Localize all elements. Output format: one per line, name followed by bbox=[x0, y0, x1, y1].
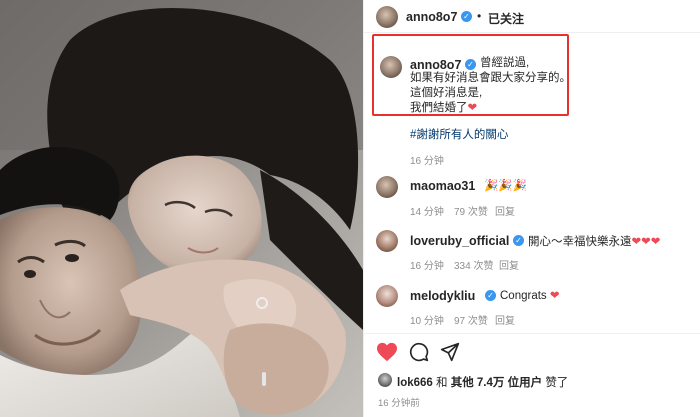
commenter-avatar[interactable] bbox=[376, 176, 398, 198]
author-avatar[interactable] bbox=[376, 6, 398, 28]
post-header: anno8o7 ✓ • 已关注 bbox=[364, 0, 700, 33]
liker-avatar[interactable] bbox=[378, 373, 392, 387]
heart-filled-icon[interactable] bbox=[376, 342, 398, 362]
liked-by-line: lok666 和 其他 7.4万 位用户 赞了 bbox=[397, 374, 568, 390]
caption-line-2: 如果有好消息會跟大家分享的。 bbox=[410, 72, 571, 84]
red-heart-icon: ❤ bbox=[549, 290, 560, 302]
comment-time: 14 分钟 bbox=[410, 207, 444, 218]
red-hearts-icon: ❤❤❤ bbox=[631, 236, 661, 248]
comment-username[interactable]: loveruby_official bbox=[410, 234, 509, 248]
comment-text: 開心～幸福快樂永遠 bbox=[528, 236, 632, 248]
liked-by-others-link[interactable]: 其他 7.4万 位用户 bbox=[451, 377, 542, 389]
comment-time: 10 分钟 bbox=[410, 316, 444, 327]
caption-time: 16 分钟 bbox=[410, 156, 444, 167]
comment-bubble-icon[interactable] bbox=[409, 342, 429, 362]
actions-divider bbox=[364, 333, 700, 334]
verified-check-icon: ✓ bbox=[513, 235, 524, 246]
separator-dot: • bbox=[477, 9, 482, 23]
comment-username[interactable]: melodykliu bbox=[410, 289, 475, 303]
hashtag-link[interactable]: #謝謝所有人的關心 bbox=[410, 126, 508, 142]
caption-line-4-wrap: 我們結婚了❤ bbox=[410, 101, 477, 116]
author-username[interactable]: anno8o7 bbox=[406, 10, 457, 24]
comment-likes[interactable]: 97 次赞 bbox=[454, 312, 488, 327]
caption-line-4: 我們結婚了 bbox=[410, 102, 468, 114]
post-detail-panel: anno8o7 ✓ • 已关注 anno8o7 ✓ 曾經説過, 如果有好消息會跟… bbox=[363, 0, 700, 417]
comment-username[interactable]: maomao31 bbox=[410, 179, 475, 193]
verified-check-icon: ✓ bbox=[465, 59, 476, 70]
comment-text: Congrats bbox=[500, 290, 547, 302]
post-time-ago: 16 分钟前 bbox=[378, 398, 420, 409]
liked-by-suffix: 赞了 bbox=[545, 377, 569, 389]
commenter-avatar[interactable] bbox=[376, 285, 398, 307]
comment-reply-button[interactable]: 回复 bbox=[495, 312, 515, 327]
caption-author-username[interactable]: anno8o7 bbox=[410, 58, 461, 72]
comment-likes[interactable]: 334 次赞 bbox=[454, 257, 493, 272]
post-photo bbox=[0, 0, 363, 417]
comment-likes[interactable]: 79 次赞 bbox=[454, 203, 488, 218]
caption-line-1: 曾經説過, bbox=[480, 57, 530, 69]
comment-reply-button[interactable]: 回复 bbox=[499, 257, 519, 272]
comment-time: 16 分钟 bbox=[410, 261, 444, 272]
verified-check-icon: ✓ bbox=[461, 11, 472, 22]
follow-status-button[interactable]: 已关注 bbox=[488, 10, 524, 27]
photo-illustration bbox=[0, 0, 363, 417]
verified-check-icon: ✓ bbox=[485, 290, 496, 301]
caption-line-3: 這個好消息是, bbox=[410, 87, 483, 99]
comment-text: 🎉🎉🎉 bbox=[484, 180, 527, 192]
commenter-avatar[interactable] bbox=[376, 230, 398, 252]
comment-text-wrap: Congrats ❤ bbox=[500, 288, 560, 302]
paper-plane-icon[interactable] bbox=[440, 342, 460, 362]
liker-username[interactable]: lok666 bbox=[397, 377, 433, 389]
caption-author-avatar[interactable] bbox=[380, 56, 402, 78]
red-heart-icon: ❤ bbox=[467, 102, 478, 114]
liked-by-and: 和 bbox=[436, 377, 448, 389]
comment-text-wrap: 開心～幸福快樂永遠❤❤❤ bbox=[528, 233, 660, 249]
comment-reply-button[interactable]: 回复 bbox=[495, 203, 515, 218]
